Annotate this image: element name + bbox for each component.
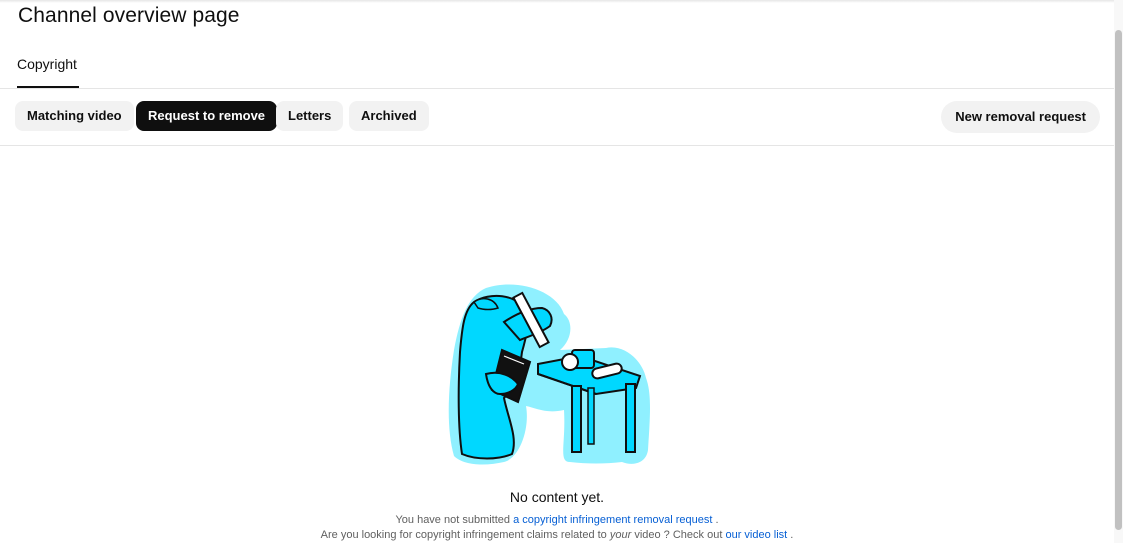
chip-archived[interactable]: Archived [349, 101, 429, 131]
empty-state-hint-suffix: . [790, 529, 794, 541]
empty-state-hint-prefix: Are you looking for copyright infringeme… [320, 529, 607, 541]
filter-chip-bar: Matching video Request to remove Letters… [0, 89, 1114, 146]
table-leg-right [625, 383, 636, 453]
empty-state-hint: Are you looking for copyright infringeme… [0, 529, 1114, 541]
table-leg-left [571, 385, 582, 453]
page: Channel overview page Copyright Matching… [0, 0, 1123, 543]
page-title: Channel overview page [18, 4, 240, 27]
tab-bar: Copyright [0, 46, 1114, 89]
new-removal-request-button[interactable]: New removal request [941, 101, 1100, 133]
scrollbar-thumb[interactable] [1115, 30, 1122, 530]
video-list-link[interactable]: our video list [725, 529, 787, 541]
empty-state-title: No content yet. [509, 489, 605, 505]
top-shadow [0, 0, 1123, 3]
empty-state-message-suffix: . [715, 514, 719, 526]
chip-letters[interactable]: Letters [276, 101, 344, 131]
empty-state-message-prefix: You have not submitted [395, 514, 511, 526]
chip-matching-video[interactable]: Matching video [15, 101, 134, 131]
empty-state-message: You have not submitted a copyright infri… [0, 514, 1114, 526]
removal-request-link[interactable]: a copyright infringement removal request [513, 514, 712, 526]
page-scrollbar[interactable] [1114, 0, 1123, 543]
camera-lens [561, 353, 579, 371]
empty-state-illustration [448, 284, 650, 465]
tab-copyright[interactable]: Copyright [17, 56, 79, 88]
empty-state-hint-emphasis: your [609, 529, 632, 541]
table-leg-back [587, 387, 595, 445]
empty-state-hint-middle: video ? Check out [634, 529, 723, 541]
chip-request-to-remove[interactable]: Request to remove [136, 101, 278, 131]
